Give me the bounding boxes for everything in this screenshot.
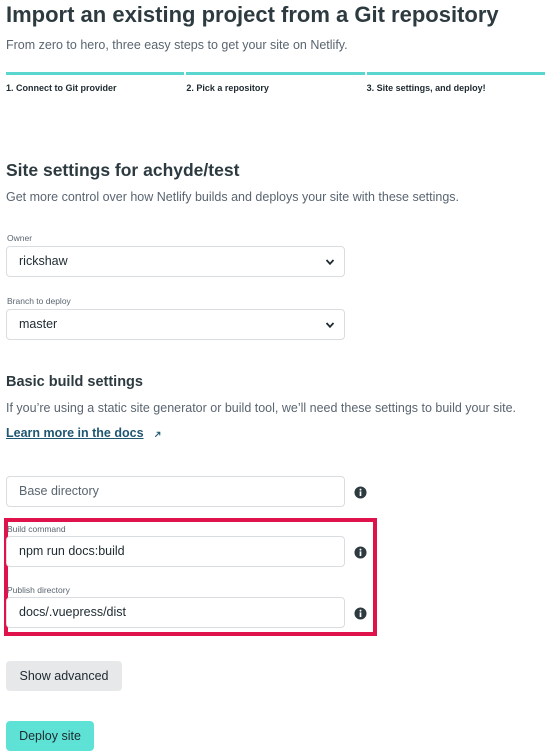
owner-select-value: rickshaw xyxy=(19,254,68,268)
site-settings-description: Get more control over how Netlify builds… xyxy=(6,190,459,204)
external-link-icon xyxy=(154,431,161,438)
step-progress-bar xyxy=(6,72,185,75)
branch-label: Branch to deploy xyxy=(7,296,71,306)
publish-directory-label: Publish directory xyxy=(7,585,70,595)
page-title: Import an existing project from a Git re… xyxy=(6,2,499,27)
step-label: 1. Connect to Git provider xyxy=(6,83,117,93)
site-settings-title: Site settings for achyde/test xyxy=(6,160,240,180)
step-progress-bar xyxy=(186,72,365,75)
step-pick-repo: 2. Pick a repository xyxy=(186,72,365,93)
info-icon[interactable] xyxy=(354,486,367,499)
build-command-label: Build command xyxy=(7,524,66,534)
owner-select[interactable]: rickshaw xyxy=(6,246,345,277)
base-directory-input[interactable]: Base directory xyxy=(6,476,345,507)
step-progress-bar xyxy=(366,72,545,75)
page-subtitle: From zero to hero, three easy steps to g… xyxy=(6,38,348,52)
deploy-site-button[interactable]: Deploy site xyxy=(6,721,94,751)
owner-label: Owner xyxy=(7,233,33,243)
build-command-input[interactable]: npm run docs:build xyxy=(6,536,345,567)
learn-more-docs-link[interactable]: Learn more in the docs xyxy=(6,426,144,440)
branch-select[interactable]: master xyxy=(6,309,345,340)
step-label: 2. Pick a repository xyxy=(186,83,269,93)
step-indicator: 1. Connect to Git provider 2. Pick a rep… xyxy=(6,72,547,93)
step-label: 3. Site settings, and deploy! xyxy=(366,83,486,93)
build-settings-description: If you’re using a static site generator … xyxy=(6,401,517,415)
publish-directory-input[interactable]: docs/.vuepress/dist xyxy=(6,597,345,628)
branch-select-value: master xyxy=(19,317,58,331)
info-icon[interactable] xyxy=(354,546,367,559)
step-connect-git: 1. Connect to Git provider xyxy=(6,72,185,93)
build-settings-title: Basic build settings xyxy=(6,374,143,390)
show-advanced-button[interactable]: Show advanced xyxy=(6,661,122,691)
step-site-settings: 3. Site settings, and deploy! xyxy=(366,72,545,93)
chevron-down-icon xyxy=(325,322,335,329)
info-icon[interactable] xyxy=(354,607,367,620)
chevron-down-icon xyxy=(325,259,335,266)
